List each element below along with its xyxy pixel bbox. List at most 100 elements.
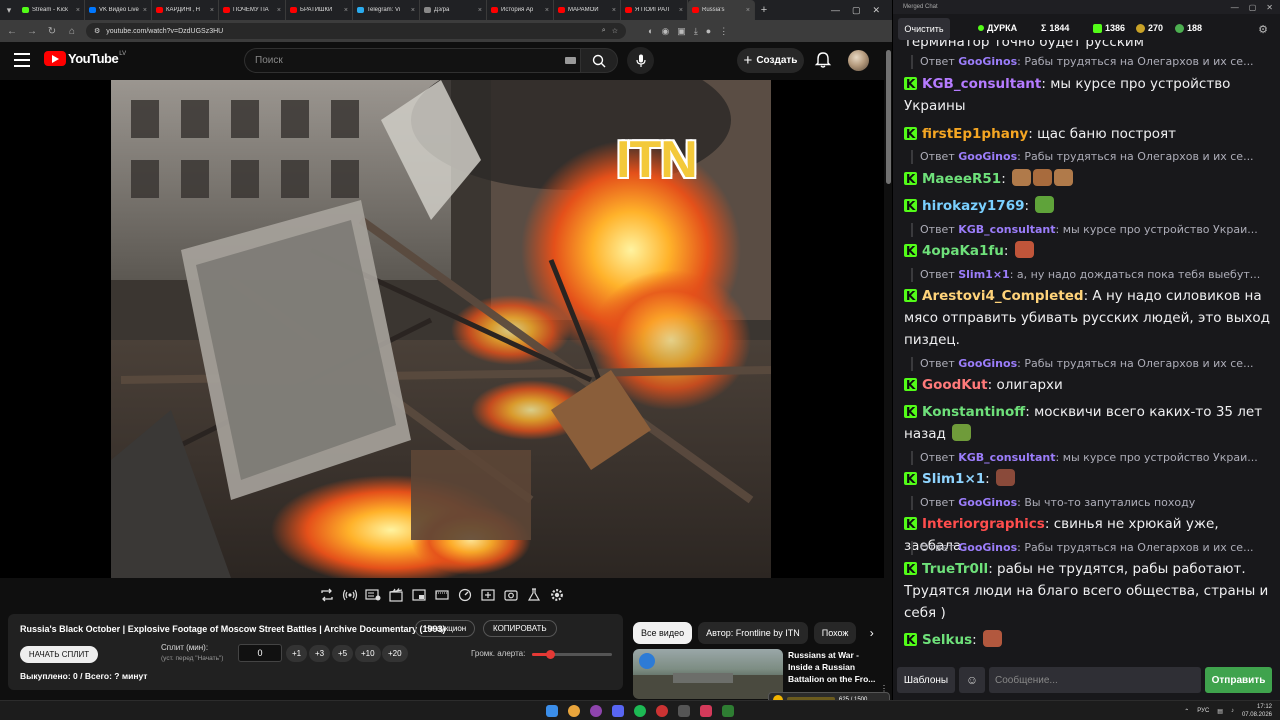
hamburger-menu-icon[interactable] <box>14 53 30 67</box>
maximize-icon[interactable]: ▢ <box>1249 3 1257 12</box>
chat-username[interactable]: GoodKut <box>922 377 988 393</box>
create-button[interactable]: + Создать <box>737 48 804 73</box>
search-input[interactable]: Поиск <box>244 48 586 73</box>
tab-close-icon[interactable]: × <box>612 7 616 14</box>
browser-tab[interactable]: Я ПОИГРАЛ × <box>621 0 688 20</box>
spotify-icon[interactable] <box>634 705 646 717</box>
reply-user[interactable]: GooGinos <box>958 357 1017 370</box>
chat-username[interactable]: TrueTr0ll <box>922 561 988 577</box>
minimize-icon[interactable]: — <box>831 5 840 16</box>
browser-tab[interactable]: Telegram: Vi × <box>353 0 420 20</box>
chip-similar[interactable]: Похож <box>813 622 856 644</box>
browser-tab[interactable]: БРАТИШКИ × <box>286 0 353 20</box>
browser-tab[interactable]: Stream - Kick × <box>18 0 85 20</box>
app-icon[interactable] <box>678 705 690 717</box>
speed-icon[interactable] <box>456 586 474 604</box>
split-minutes-input[interactable]: 0 <box>238 644 282 662</box>
discord-icon[interactable] <box>612 705 624 717</box>
chat-username[interactable]: Slim1×1 <box>922 471 985 487</box>
extension-icon[interactable]: ◐ <box>648 26 653 37</box>
app-icon[interactable] <box>722 705 734 717</box>
add-clip-icon[interactable] <box>479 586 497 604</box>
forward-icon[interactable]: → <box>26 26 38 37</box>
browser-tab[interactable]: Дз/pa × <box>420 0 487 20</box>
keyboard-icon[interactable] <box>565 57 576 64</box>
chrome-icon[interactable] <box>568 705 580 717</box>
browser-tab[interactable]: VK Видео Live × <box>85 0 152 20</box>
tab-close-icon[interactable]: × <box>545 7 549 14</box>
chat-username[interactable]: firstEp1phany <box>922 126 1028 142</box>
clapper-icon[interactable] <box>387 586 405 604</box>
tab-close-icon[interactable]: × <box>76 7 80 14</box>
back-icon[interactable]: ← <box>6 26 18 37</box>
split-step-button[interactable]: +20 <box>382 645 408 662</box>
avatar[interactable] <box>848 50 869 71</box>
browser-tab[interactable]: ПОЧЕМУ ПА × <box>219 0 286 20</box>
language-indicator[interactable]: РУС <box>1197 708 1209 714</box>
chat-username[interactable]: Arestovi4_Completed <box>922 288 1084 304</box>
maximize-icon[interactable]: ▢ <box>852 5 861 16</box>
clear-chat-button[interactable]: Очистить <box>898 18 950 40</box>
theater-icon[interactable] <box>433 586 451 604</box>
tab-close-icon[interactable]: × <box>746 7 750 14</box>
menu-icon[interactable]: ⋮ <box>719 26 728 37</box>
windows-start-icon[interactable] <box>546 705 558 717</box>
search-button[interactable] <box>580 48 618 73</box>
message-input[interactable]: Сообщение... <box>989 667 1201 693</box>
site-info-icon[interactable]: ⚙ <box>94 27 100 35</box>
gear-icon[interactable]: ⚙ <box>1253 19 1273 39</box>
tab-close-icon[interactable]: × <box>411 7 415 14</box>
reply-user[interactable]: GooGinos <box>958 496 1017 509</box>
notifications-bell-icon[interactable] <box>814 51 832 69</box>
volume-icon[interactable]: ♪ <box>1231 708 1234 714</box>
star-icon[interactable]: ☆ <box>612 27 618 35</box>
voice-search-button[interactable] <box>627 47 654 74</box>
tab-close-icon[interactable]: × <box>478 7 482 14</box>
related-video-thumbnail[interactable] <box>633 649 783 699</box>
reload-icon[interactable]: ↻ <box>46 26 58 37</box>
chat-username[interactable]: Selkus <box>922 632 972 648</box>
profile-icon[interactable]: ● <box>706 26 711 37</box>
browser-tab[interactable]: Russia's × <box>688 0 755 20</box>
download-icon[interactable]: ⤓ <box>694 26 698 37</box>
app-icon[interactable] <box>656 705 668 717</box>
templates-button[interactable]: Шаблоны <box>897 667 955 693</box>
close-icon[interactable]: ✕ <box>872 5 880 16</box>
chat-username[interactable]: Konstantinoff <box>922 404 1025 420</box>
split-step-button[interactable]: +5 <box>332 645 354 662</box>
alert-volume-slider[interactable] <box>532 650 612 659</box>
tab-close-icon[interactable]: × <box>210 7 214 14</box>
app-icon[interactable] <box>700 705 712 717</box>
start-split-button[interactable]: НАЧАТЬ СПЛИТ <box>20 646 98 663</box>
chat-username[interactable]: Interiorgraphics <box>922 516 1045 532</box>
network-icon[interactable]: ▤ <box>1217 708 1223 715</box>
alert-volume-knob[interactable] <box>545 650 555 659</box>
video-frame[interactable]: ITN <box>111 80 771 578</box>
clock[interactable]: 17:12 07.08.2026 <box>1242 703 1272 719</box>
chat-username[interactable]: 4opaKa1fu <box>922 243 1004 259</box>
chip-all-videos[interactable]: Все видео <box>633 622 693 644</box>
youtube-logo[interactable]: YouTube LV <box>44 51 126 66</box>
reply-user[interactable]: GooGinos <box>958 150 1017 163</box>
chat-username[interactable]: KGB_consultant <box>922 76 1041 92</box>
reply-user[interactable]: Slim1×1 <box>958 268 1009 281</box>
tab-close-icon[interactable]: × <box>679 7 683 14</box>
reply-user[interactable]: GooGinos <box>958 55 1017 68</box>
extension-icon[interactable]: ◉ <box>661 26 669 37</box>
chat-username[interactable]: hirokazy1769 <box>922 198 1025 214</box>
url-field[interactable]: ⚙ youtube.com/watch?v=DzdUGSz3HU ⌕ ☆ <box>86 23 626 39</box>
tab-list-icon[interactable]: ▾ <box>0 0 18 20</box>
reply-user[interactable]: KGB_consultant <box>958 223 1055 236</box>
split-step-button[interactable]: +1 <box>286 645 308 662</box>
new-tab-button[interactable]: + <box>755 4 773 16</box>
browser-tab[interactable]: История Ар × <box>487 0 554 20</box>
browser-tab[interactable]: МАРАМОЙ × <box>554 0 621 20</box>
chevron-right-icon[interactable]: › <box>862 622 882 644</box>
copy-button[interactable]: КОПИРОВАТЬ <box>483 620 557 637</box>
reply-user[interactable]: GooGinos <box>958 541 1017 554</box>
browser-tab[interactable]: КАРДИНГ, Н × <box>152 0 219 20</box>
auction-button[interactable]: На аукцион <box>415 620 476 637</box>
extension-icon[interactable]: ▣ <box>677 26 686 37</box>
split-step-button[interactable]: +3 <box>309 645 331 662</box>
reply-user[interactable]: KGB_consultant <box>958 451 1055 464</box>
